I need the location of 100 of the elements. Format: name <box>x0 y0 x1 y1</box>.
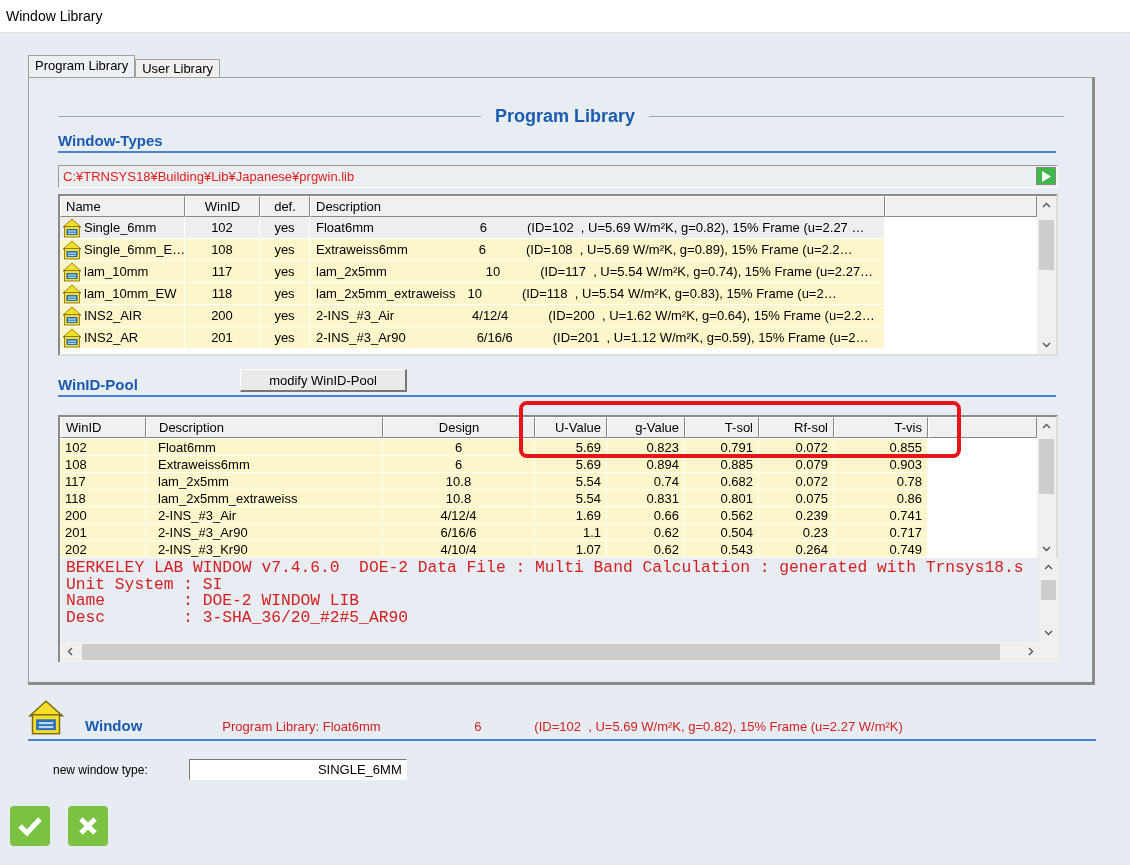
table-cell: (ID=200 , U=1.62 W/m²K, g=0.64), 15% Frame (u=2.2… <box>548 308 875 323</box>
column-header[interactable]: WinID <box>60 417 146 438</box>
table-cell: 0.23 <box>802 524 828 540</box>
table-cell: 1.1 <box>582 524 601 540</box>
column-header[interactable]: T-vis <box>834 417 928 438</box>
tab[interactable]: Program Library <box>28 55 136 77</box>
table-cell: 10 <box>467 286 482 301</box>
section-heading: WinID-Pool <box>58 376 138 393</box>
scroll-up-icon[interactable] <box>1042 423 1051 429</box>
selection-source: Program Library: Float6mm <box>222 719 382 736</box>
column-header[interactable]: T-sol <box>685 417 759 438</box>
table-cell: INS2_AIR <box>84 308 142 323</box>
table-cell: 2-INS_#3_Air <box>158 507 237 523</box>
column-header[interactable]: def. <box>260 196 310 217</box>
table-cell: 0.903 <box>889 456 922 472</box>
table-cell: 200 <box>211 308 233 323</box>
table-cell: 0.264 <box>795 541 828 557</box>
scroll-down-icon[interactable] <box>1042 546 1051 552</box>
house-icon <box>62 217 82 238</box>
column-header[interactable]: Rf-sol <box>759 417 834 438</box>
table-cell: lam_10mm <box>84 264 149 279</box>
house-icon <box>62 305 82 326</box>
column-header[interactable]: g-Value <box>607 417 685 438</box>
table-cell: 10.8 <box>445 490 472 506</box>
table-cell: 0.78 <box>896 473 922 489</box>
new-window-type-field[interactable]: SINGLE_6MM <box>188 759 407 780</box>
table-cell: 0.66 <box>653 507 679 523</box>
table-row[interactable]: INS2_AIR 200 yes 2-INS_#3_Air 4/12/4 (ID=200 , U=1.62 W/m²K, g=0.64), 15% Frame (u=2.2… <box>60 305 1037 327</box>
table-cell: 102 <box>211 220 233 235</box>
table-cell: lam_2x5mm_extraweiss <box>316 286 456 301</box>
scroll-thumb[interactable] <box>82 644 1000 660</box>
panel-title: Program Library <box>493 105 636 127</box>
table-cell: 0.831 <box>646 490 679 506</box>
table-cell: lam_2x5mm <box>158 473 229 489</box>
scroll-thumb[interactable] <box>1039 439 1054 494</box>
scroll-up-icon[interactable] <box>1042 202 1051 208</box>
detail-line: Desc : 3-SHA_36/20_#2#5_AR90 <box>66 609 409 626</box>
scroll-thumb[interactable] <box>1039 220 1054 270</box>
table-cell: 117 <box>211 264 233 279</box>
scroll-down-icon[interactable] <box>1044 630 1053 636</box>
column-header[interactable]: Description <box>146 417 383 438</box>
table-cell: 0.079 <box>795 456 828 472</box>
table-cell: 0.74 <box>653 473 679 489</box>
table-cell: 201 <box>65 524 87 540</box>
table-cell: 2-INS_#3_Kr90 <box>158 541 248 557</box>
table-cell: 0.801 <box>720 490 753 506</box>
table-cell: 5.69 <box>575 439 601 455</box>
detail-line: Unit System : SI <box>66 576 224 593</box>
close-icon <box>78 816 98 836</box>
check-icon <box>17 815 43 837</box>
table-cell: 1.69 <box>575 507 601 523</box>
table-cell: 6 <box>454 439 463 455</box>
detail-line: Name : DOE-2 WINDOW LIB <box>66 593 361 610</box>
table-cell: 102 <box>65 439 87 455</box>
table-cell: 4/12/4 <box>472 308 509 323</box>
selection-info: (ID=102 , U=5.69 W/m²K, g=0.82), 15% Frame (u=2.27 W/m²K) <box>534 719 903 736</box>
scrollbar[interactable] <box>1037 196 1056 354</box>
tab[interactable]: User Library <box>135 59 220 77</box>
table-cell: 2-INS_#3_Ar90 <box>158 524 248 540</box>
table-cell: 0.717 <box>889 524 922 540</box>
table-cell: yes <box>274 286 295 301</box>
file-path-field[interactable]: C:¥TRNSYS18¥Building¥Lib¥Japanese¥prgwin.lib <box>58 165 1058 188</box>
table-row[interactable]: lam_10mm_EW 118 yes lam_2x5mm_extraweiss 10 (ID=118 , U=5.54 W/m²K, g=0.83), 15% Frame (u=2… <box>60 283 1037 305</box>
cancel-button[interactable] <box>68 806 108 846</box>
column-header[interactable]: Design <box>383 417 535 438</box>
table-cell: 10.8 <box>445 473 472 489</box>
table-row[interactable]: Single_6mm_E… 108 yes Extraweiss6mm 6 (ID=108 , U=5.69 W/m²K, g=0.89), 15% Frame (u=2.2… <box>60 239 1037 261</box>
modify-pool-button[interactable]: modify WinID-Pool <box>240 369 407 392</box>
table-cell: (ID=118 , U=5.54 W/m²K, g=0.83), 15% Frame (u=2… <box>521 286 837 301</box>
house-icon <box>28 699 64 736</box>
scroll-right-icon[interactable] <box>1028 647 1034 656</box>
column-header[interactable]: Description <box>310 196 885 217</box>
table-cell: 0.504 <box>720 524 753 540</box>
scroll-up-icon[interactable] <box>1044 564 1053 570</box>
table-cell: 6/16/6 <box>476 330 513 345</box>
table-cell: 202 <box>65 541 87 557</box>
table-cell: 0.072 <box>795 439 828 455</box>
table-row[interactable]: INS2_AR 201 yes 2-INS_#3_Ar90 6/16/6 (ID=201 , U=1.12 W/m²K, g=0.59), 15% Frame (u=2… <box>60 327 1037 349</box>
scrollbar[interactable] <box>1037 417 1056 558</box>
section-heading: Window-Types <box>58 132 163 149</box>
table-cell: 0.741 <box>889 507 922 523</box>
play-button[interactable] <box>1036 167 1056 185</box>
table-cell: 118 <box>211 286 233 301</box>
house-icon <box>62 239 82 260</box>
confirm-button[interactable] <box>10 806 50 846</box>
table-cell: 0.072 <box>795 473 828 489</box>
column-header[interactable]: Name <box>60 196 185 217</box>
scroll-down-icon[interactable] <box>1042 342 1051 348</box>
scroll-left-icon[interactable] <box>67 647 73 656</box>
table-cell: 4/10/4 <box>440 541 477 557</box>
table-cell: 5.54 <box>575 490 601 506</box>
horizontal-scrollbar[interactable] <box>58 642 1058 662</box>
column-header[interactable]: U-Value <box>535 417 607 438</box>
table-row[interactable]: lam_10mm 117 yes lam_2x5mm 10 (ID=117 , U=5.54 W/m²K, g=0.74), 15% Frame (u=2.27… <box>60 261 1037 283</box>
table-row[interactable]: Single_6mm 102 yes Float6mm 6 (ID=102 , U=5.69 W/m²K, g=0.82), 15% Frame (u=2.27 … <box>60 217 1037 239</box>
column-header[interactable]: WinID <box>185 196 260 217</box>
table-cell: 0.749 <box>889 541 922 557</box>
table-cell: Extraweiss6mm <box>158 456 250 472</box>
house-icon <box>62 261 82 282</box>
scroll-thumb[interactable] <box>1041 580 1056 600</box>
